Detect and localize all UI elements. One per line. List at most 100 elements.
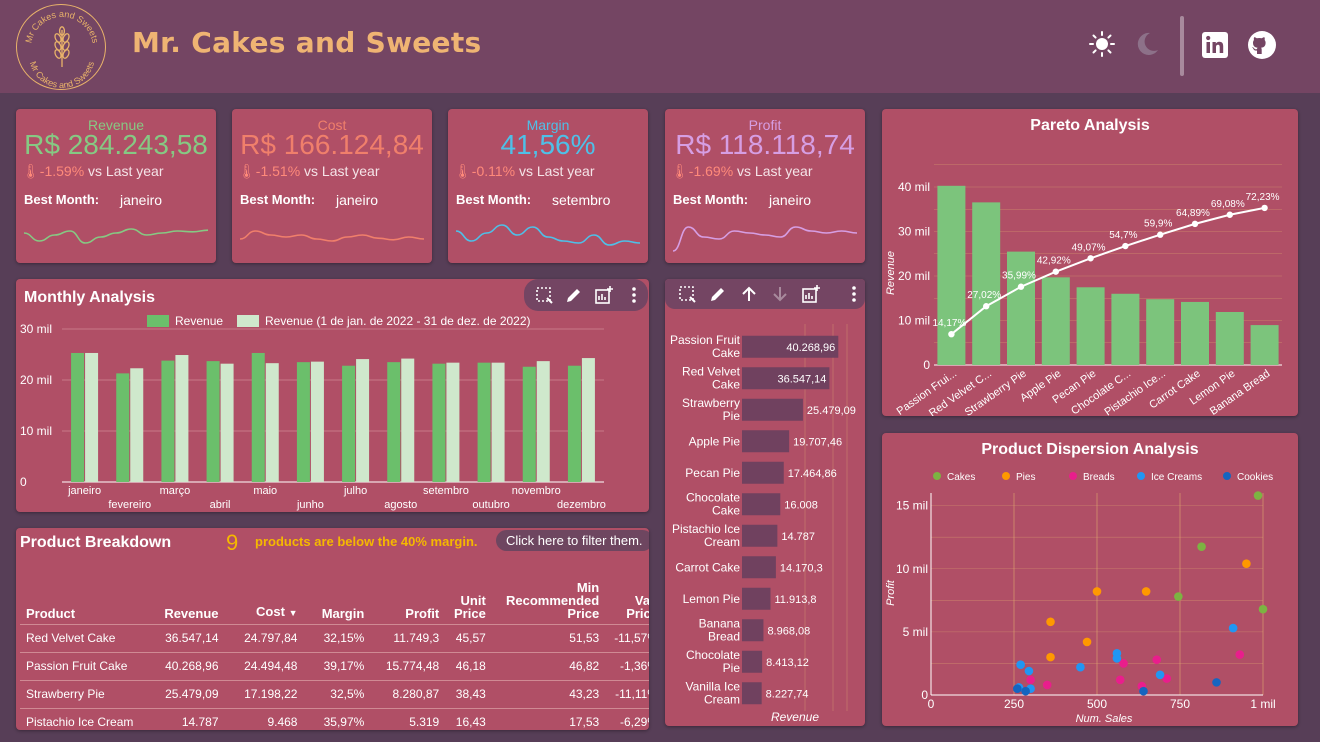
x-axis-title: Revenue xyxy=(771,710,819,724)
monthly-bar xyxy=(310,361,324,482)
legend-dot xyxy=(1223,472,1231,480)
scatter-point xyxy=(1076,662,1085,672)
cumulative-point xyxy=(1191,220,1199,228)
cumulative-label: 64,89% xyxy=(1176,208,1210,219)
github-icon[interactable] xyxy=(1247,30,1277,60)
product-label: Passion Fruit xyxy=(670,333,741,347)
scatter-point xyxy=(1155,670,1165,680)
table-row[interactable]: Pistachio Ice Cream 14.787 9.468 35,97% 5.31… xyxy=(20,707,649,730)
x-tick-label: abril xyxy=(210,499,231,511)
table-cell: -6,29% xyxy=(605,707,649,730)
table-row[interactable]: Red Velvet Cake 36.547,14 24.797,84 32,15% 1… xyxy=(20,623,649,652)
kpi-card-margin: Margin 41,56% 🌡-0.11% vs Last year Best … xyxy=(448,109,648,263)
kpi-sparkline xyxy=(24,228,208,244)
cost-header-label: Cost xyxy=(256,603,285,619)
product-label: Apple Pie xyxy=(689,434,741,448)
column-header-margin[interactable]: Margin xyxy=(303,562,370,624)
column-header-var-price[interactable]: Var. Price xyxy=(605,562,649,624)
column-header-revenue[interactable]: Revenue xyxy=(146,562,225,624)
column-header-min-price[interactable]: Min Recommended Price xyxy=(492,562,605,624)
table-cell: 15.774,48 xyxy=(370,651,446,680)
product-breakdown-title: Product Breakdown xyxy=(20,534,172,551)
monthly-bar xyxy=(387,362,401,482)
pareto-bar xyxy=(1146,299,1175,365)
cumulative-label: 69,08% xyxy=(1211,199,1245,210)
column-header-cost[interactable]: Cost ▼ xyxy=(225,562,304,624)
column-header-profit[interactable]: Profit xyxy=(370,562,445,624)
cumulative-point xyxy=(1017,283,1025,290)
legend-swatch xyxy=(237,315,259,327)
kpi-delta: 🌡-1.51% vs Last year xyxy=(238,163,380,180)
monthly-bar xyxy=(432,363,446,482)
monthly-bar xyxy=(491,362,505,482)
y-tick-label: 0 xyxy=(921,688,928,702)
monthly-bar xyxy=(251,352,265,482)
cumulative-label: 54,7% xyxy=(1109,230,1137,241)
sparkline-path xyxy=(240,230,424,242)
x-tick-label: junho xyxy=(296,499,324,511)
x-tick-label: outubro xyxy=(472,499,509,511)
x-tick-label: março xyxy=(160,485,191,497)
pareto-card: Pareto Analysis 0 10 mil 20 mil 30 mil 40 mi… xyxy=(882,109,1298,416)
light-mode-icon[interactable] xyxy=(1088,30,1116,58)
linkedin-icon[interactable] xyxy=(1202,32,1228,58)
scatter-point xyxy=(1115,675,1125,685)
product-label: Chocolate xyxy=(686,490,740,504)
scatter-point xyxy=(1026,675,1035,685)
x-tick-label: maio xyxy=(253,485,277,497)
product-label: Vanilla Ice xyxy=(686,679,741,693)
sort-desc-icon: ▼ xyxy=(288,607,298,618)
scatter-point xyxy=(1152,655,1162,664)
y-tick-label: 30 mil xyxy=(898,225,930,239)
product-label: Cream xyxy=(704,692,740,706)
value-label: 40.268,96 xyxy=(786,342,835,354)
revenue-bar xyxy=(742,430,790,453)
value-label: 8.413,12 xyxy=(766,657,809,669)
monthly-bar xyxy=(130,368,144,482)
monthly-bar-chart: Revenue Revenue (1 de jan. de 2022 - 31 d… xyxy=(20,314,606,511)
table-cell: 14.787 xyxy=(145,707,225,730)
scatter-point xyxy=(1212,678,1221,687)
cumulative-point xyxy=(1052,268,1059,275)
kpi-delta-value: -1.69% xyxy=(688,163,734,179)
x-tick-label: Banana Bread xyxy=(1208,368,1273,416)
revenue-bar xyxy=(742,556,776,579)
kpi-delta: 🌡-0.11% vs Last year xyxy=(454,163,594,180)
table-cell: 16,43 xyxy=(445,707,492,730)
revenue-by-product-card: Passion Fruit Cake 40.268,96 Red Velvet Cake… xyxy=(665,279,865,726)
filter-products-button[interactable]: Click here to filter them. xyxy=(496,530,649,551)
cumulative-label: 27,02% xyxy=(967,290,1001,301)
brand-logo: Mr Cakes and Sweets Mr Cakes and Sweets xyxy=(16,4,106,90)
kpi-value: 41,56% xyxy=(500,129,596,160)
table-row[interactable]: Strawberry Pie 25.479,09 17.198,22 32,5% 8.2… xyxy=(20,679,649,708)
product-label: Cake xyxy=(712,346,740,360)
table-row[interactable]: Passion Fruit Cake 40.268,96 24.494,48 39,1… xyxy=(20,651,649,680)
scatter-point xyxy=(1046,617,1055,627)
table-cell: 36.547,14 xyxy=(145,623,225,652)
x-tick-label: dezembro xyxy=(557,499,606,511)
product-label: Bread xyxy=(708,629,740,643)
best-month-value: setembro xyxy=(552,192,611,208)
value-label: 8.227,74 xyxy=(766,688,809,700)
dark-mode-icon[interactable] xyxy=(1133,30,1161,58)
monthly-bar xyxy=(446,362,460,482)
pareto-bar xyxy=(1007,251,1035,365)
pareto-bar xyxy=(1111,293,1140,365)
table-cell: 51,53 xyxy=(491,623,606,652)
revenue-bar xyxy=(742,493,781,516)
product-label: Pistachio Ice xyxy=(672,522,740,536)
cumulative-label: 35,99% xyxy=(1002,271,1036,282)
legend-swatch xyxy=(147,315,169,327)
kpi-delta-value: -0.11% xyxy=(471,163,516,179)
pareto-bar xyxy=(1250,325,1279,365)
product-label: Cake xyxy=(712,377,740,391)
scatter-point xyxy=(1139,686,1148,696)
column-header-product[interactable]: Product xyxy=(20,562,146,624)
x-tick-label: 0 xyxy=(928,697,935,711)
column-header-unit-price[interactable]: Unit Price xyxy=(445,562,492,624)
legend-dot xyxy=(933,472,941,480)
revenue-bar xyxy=(742,398,803,421)
kpi-sparkline xyxy=(673,226,857,252)
table-cell: 40.268,96 xyxy=(145,651,225,680)
cumulative-point xyxy=(1157,231,1164,238)
